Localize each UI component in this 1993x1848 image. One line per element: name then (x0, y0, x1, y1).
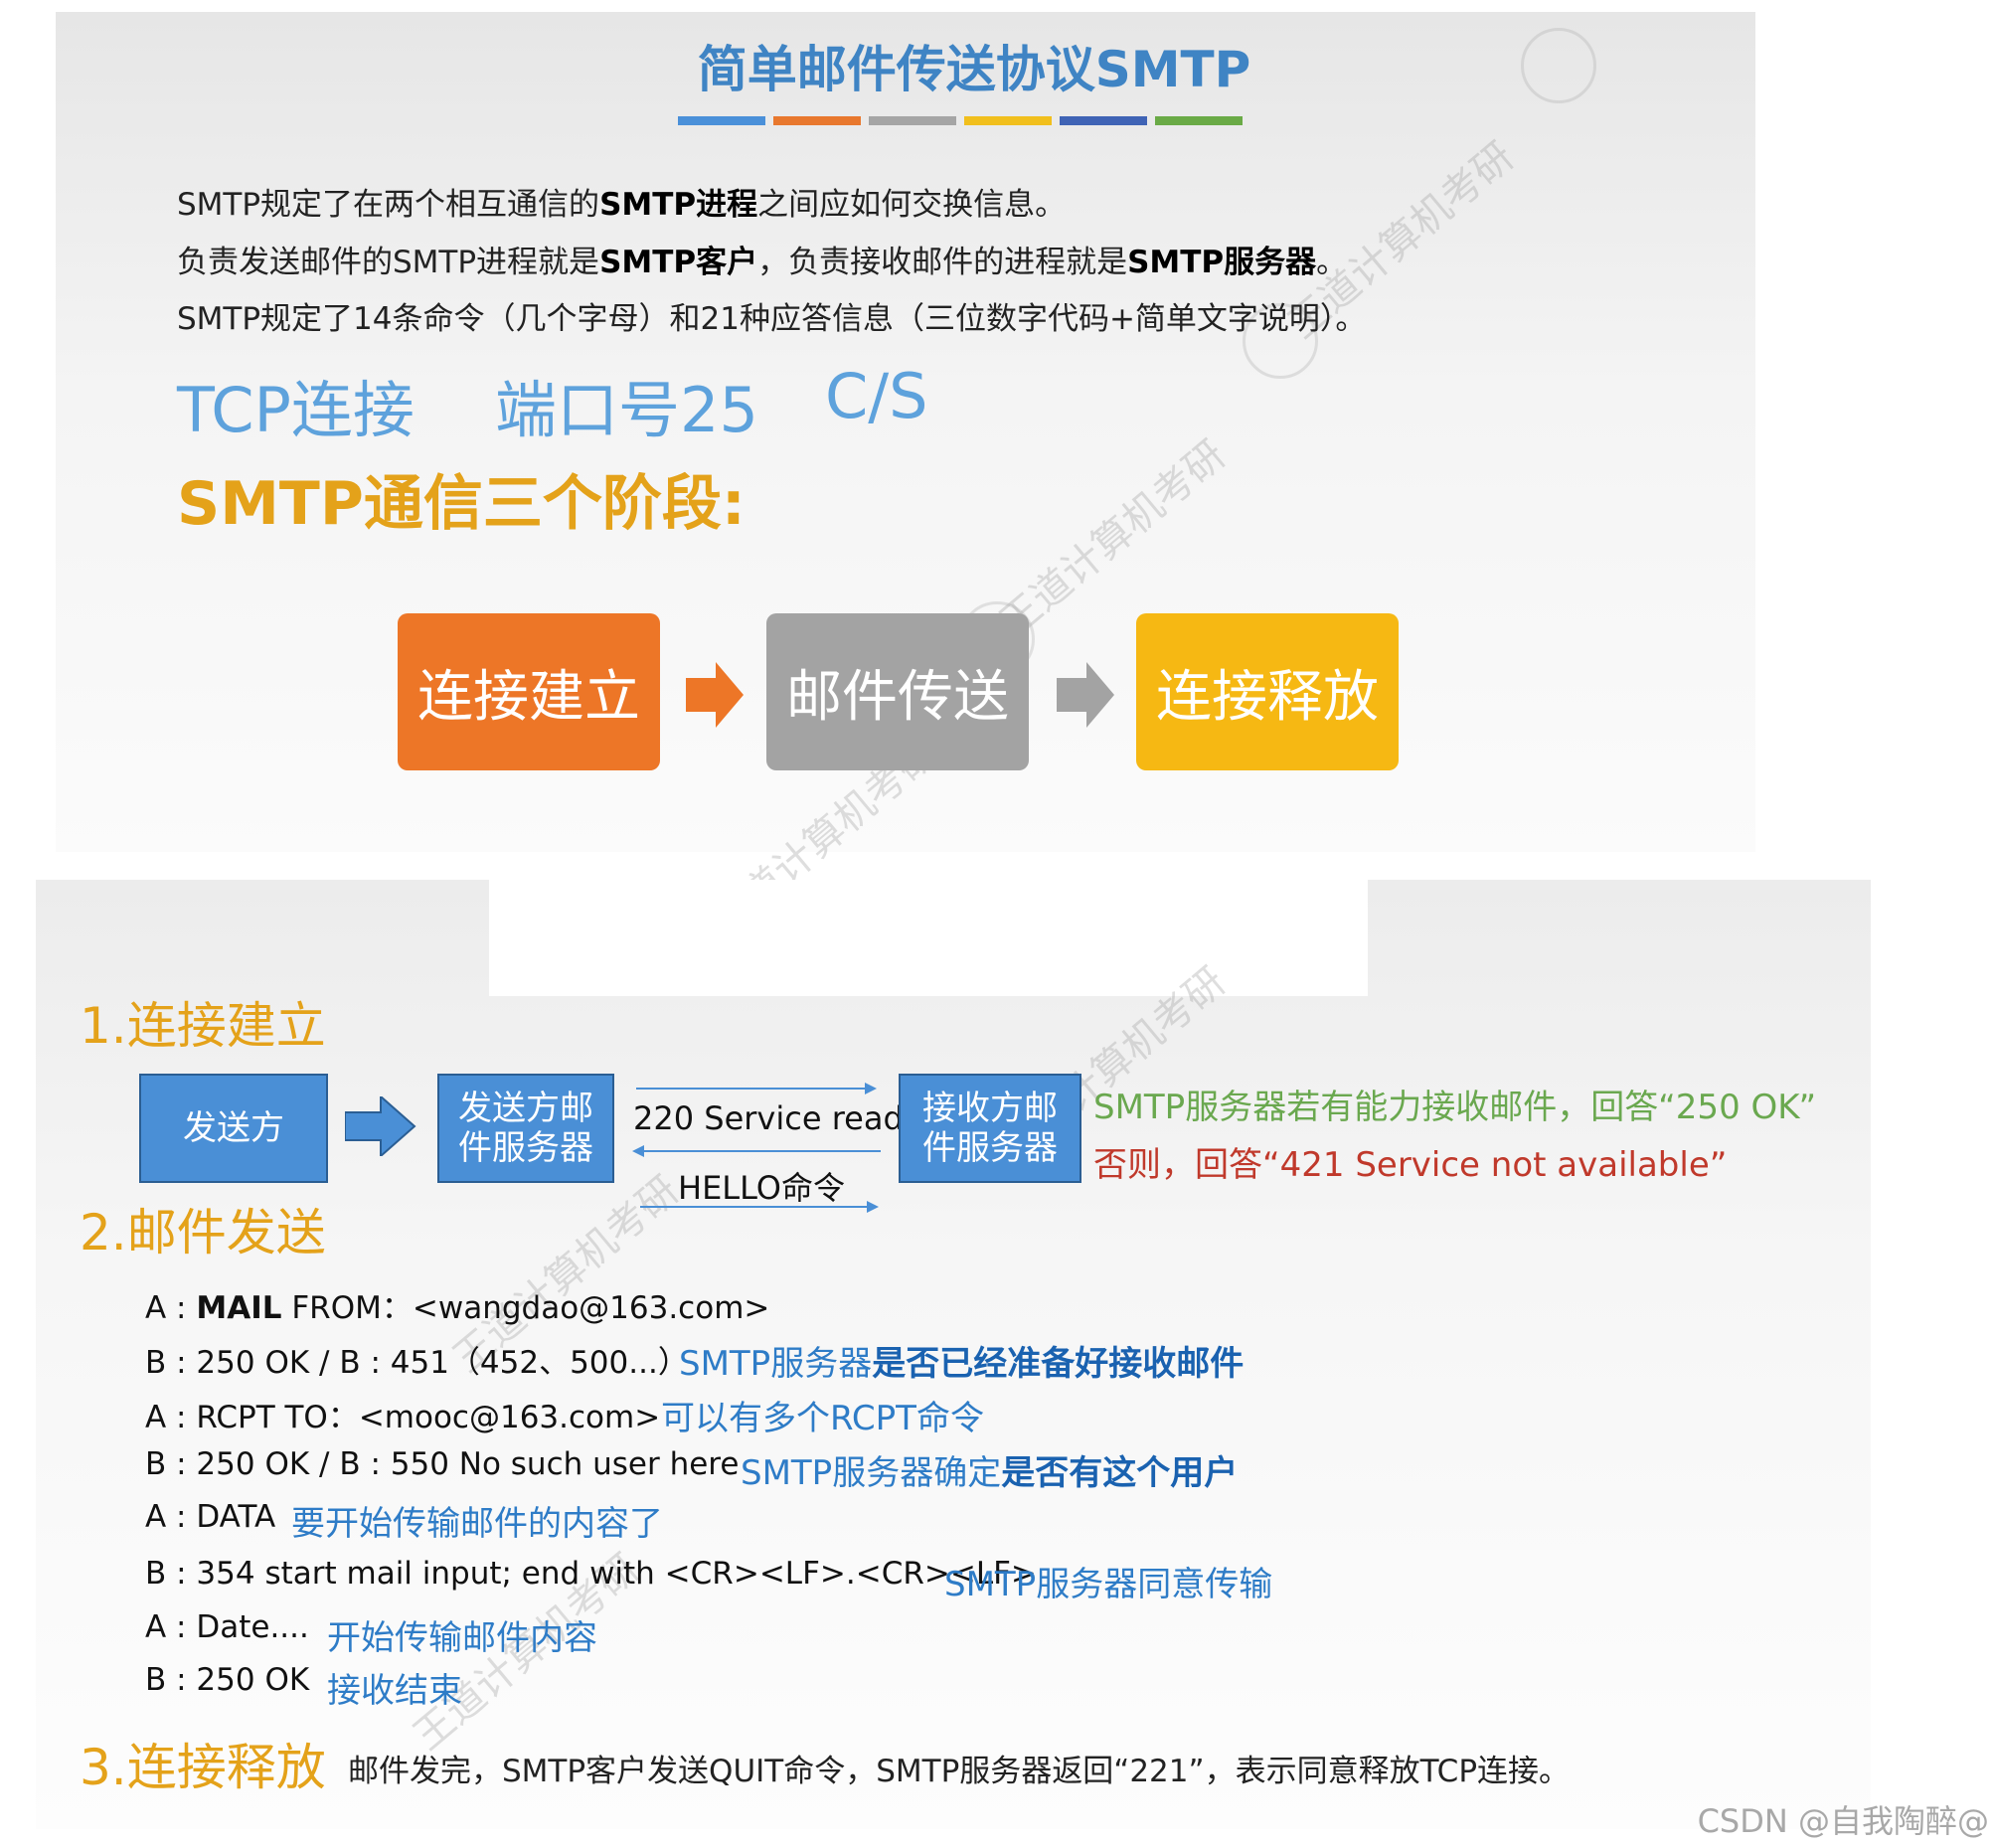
command-note: SMTP服务器同意传输 (944, 1565, 1273, 1604)
arrow-to-receiver-icon (636, 1081, 877, 1100)
sender-node: 发送方 (139, 1074, 328, 1183)
smtp-command-line: B : 250 OK / B : 550 No such user here (145, 1446, 740, 1482)
section-3-heading: 3.连接释放 (80, 1739, 326, 1796)
blank-panel (489, 880, 1368, 996)
title-bar-blue (678, 116, 765, 125)
command-note: 开始传输邮件内容 (327, 1618, 597, 1658)
slide-title: 简单邮件传送协议SMTP (697, 41, 1251, 98)
client-server-label: C/S (825, 360, 928, 432)
section-2-heading: 2.邮件发送 (80, 1204, 326, 1261)
smtp-command-line: A : Date.... (145, 1609, 309, 1645)
arrow-right-icon (686, 662, 746, 732)
port-label: 端口号25 (495, 374, 758, 446)
arrow-to-receiver-icon (640, 1199, 879, 1219)
tcp-connection-label: TCP连接 (177, 374, 415, 446)
arrow-to-sender-icon (632, 1143, 881, 1163)
smtp-command-line: A : DATA (145, 1499, 276, 1535)
smtp-command-line: A : RCPT TO：<mooc@163.com> (145, 1400, 661, 1435)
smtp-command-line: B : 354 start mail input; end with <CR><… (145, 1556, 1037, 1592)
command-note: 接收结束 (327, 1671, 462, 1711)
arrow-right-icon (344, 1093, 416, 1160)
watermark-logo (1521, 28, 1596, 103)
csdn-watermark: CSDN @自我陶醉@ (1697, 1802, 1989, 1840)
sender-mail-server: 发送方邮件服务器 (437, 1074, 614, 1183)
service-ready-message: 220 Service ready (633, 1099, 922, 1137)
receiver-mail-server: 接收方邮件服务器 (899, 1074, 1081, 1183)
intro-paragraph-3: SMTP规定了14条命令（几个字母）和21种应答信息（三位数字代码+简单文字说明… (177, 301, 1367, 337)
release-description: 邮件发完，SMTP客户发送QUIT命令，SMTP服务器返回“221”，表示同意释… (348, 1754, 1571, 1789)
smtp-command-line: B : 250 OK (145, 1662, 310, 1698)
smtp-command-line: B : 250 OK / B : 451（452、500...） (145, 1345, 689, 1381)
command-note: 要开始传输邮件的内容了 (291, 1504, 663, 1544)
command-note: SMTP服务器是否已经准备好接收邮件 (679, 1344, 1245, 1384)
arrow-right-icon (1057, 662, 1116, 732)
smtp-command-line: A : MAIL FROM：<wangdao@163.com> (145, 1290, 770, 1326)
stages-heading: SMTP通信三个阶段: (177, 469, 746, 539)
section-1-heading: 1.连接建立 (80, 997, 326, 1055)
reject-reply-note: 否则，回答“421 Service not available” (1093, 1145, 1728, 1185)
command-note: SMTP服务器确定是否有这个用户 (741, 1453, 1239, 1493)
title-bar-orange (773, 116, 861, 125)
phase-connect: 连接建立 (398, 613, 660, 770)
phase-release: 连接释放 (1136, 613, 1399, 770)
intro-paragraph-2: 负责发送邮件的SMTP进程就是SMTP客户，负责接收邮件的进程就是SMTP服务器… (177, 245, 1348, 280)
title-bar-green (1155, 116, 1243, 125)
accept-reply-note: SMTP服务器若有能力接收邮件，回答“250 OK” (1093, 1088, 1817, 1127)
command-note: 可以有多个RCPT命令 (661, 1399, 984, 1438)
title-bar-darkblue (1060, 116, 1147, 125)
title-bar-yellow (964, 116, 1052, 125)
title-bar-gray (869, 116, 956, 125)
intro-paragraph-1: SMTP规定了在两个相互通信的SMTP进程之间应如何交换信息。 (177, 187, 1067, 223)
phase-transfer: 邮件传送 (766, 613, 1029, 770)
